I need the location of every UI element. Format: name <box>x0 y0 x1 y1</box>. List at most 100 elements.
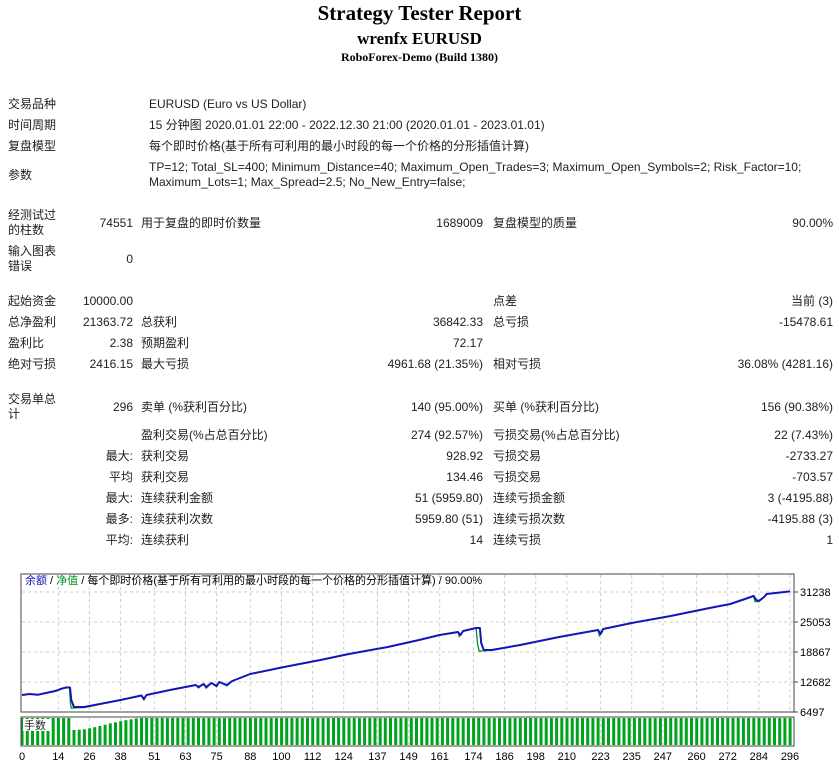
info-label: 参数 <box>8 167 33 182</box>
x-axis-label: 186 <box>495 751 513 763</box>
stat-value: 5959.80 (51) <box>414 512 483 526</box>
info-row: 复盘模型 每个即时价格(基于所有可利用的最小时段的每一个价格的分形插值计算) <box>8 136 833 157</box>
stat-label: 经测试过的柱数 <box>8 208 57 237</box>
stat-label: 交易单总计 <box>8 392 57 421</box>
balance-chart: 余额 / 净值 / 每个即时价格(基于所有可利用的最小时段的每一个价格的分形插值… <box>0 569 839 769</box>
stat-value: 3 (-4195.88) <box>767 491 833 505</box>
x-axis-label: 260 <box>687 751 705 763</box>
stat-value: -2733.27 <box>785 449 833 463</box>
x-axis-label: 137 <box>368 751 386 763</box>
stat-label: 点差 <box>493 294 518 308</box>
stat-value: 14 <box>469 533 483 547</box>
stat-label: 连续获利金额 <box>141 491 214 505</box>
stat-value: 2416.15 <box>89 357 133 371</box>
stat-row: 交易单总计 296 卖单 (%获利百分比) 140 (95.00%) 买单 (%获利百分… <box>8 389 833 425</box>
stat-value: 最多: <box>105 512 133 526</box>
report-server: RoboForex-Demo (Build 1380) <box>340 50 499 64</box>
stat-label: 复盘模型的质量 <box>493 215 578 230</box>
stat-value: 134.46 <box>446 470 483 484</box>
x-axis-label: 272 <box>719 751 737 763</box>
info-value: EURUSD (Euro vs US Dollar) <box>149 97 307 111</box>
y-axis-label: 6497 <box>800 707 824 719</box>
report-chart: 余额 / 净值 / 每个即时价格(基于所有可利用的最小时段的每一个价格的分形插值… <box>19 573 831 763</box>
stat-row: 盈利交易(%占总百分比) 274 (92.57%) 亏损交易(%占总百分比) 22 (… <box>8 425 833 446</box>
x-axis-label: 14 <box>52 751 64 763</box>
info-label: 交易品种 <box>8 97 57 111</box>
row-spacer <box>8 375 833 389</box>
info-value: 15 分钟图 2020.01.01 22:00 - 2022.12.30 21:… <box>149 118 545 132</box>
stat-value: 36842.33 <box>432 315 483 329</box>
x-axis-label: 38 <box>114 751 126 763</box>
stat-row: 最多: 连续获利次数 5959.80 (51) 连续亏损次数 -4195.88 (3) <box>8 509 833 530</box>
info-label: 复盘模型 <box>8 139 57 153</box>
stat-row: 总净盈利 21363.72 总获利 36842.33 总亏损 -15478.61 <box>8 312 833 333</box>
stat-value: 928.92 <box>446 449 483 463</box>
stat-label: 总亏损 <box>493 315 530 329</box>
stat-row: 最大: 连续获利金额 51 (5959.80) 连续亏损金额 3 (-4195.88) <box>8 488 833 509</box>
x-axis-label: 235 <box>623 751 641 763</box>
stat-row: 经测试过的柱数 74551 用于复盘的即时价数量 1689009 复盘模型的质量 90.0… <box>8 205 833 241</box>
stat-label: 绝对亏损 <box>8 357 57 371</box>
x-axis-label: 100 <box>272 751 290 763</box>
stat-label: 相对亏损 <box>493 357 542 371</box>
stat-label: 亏损交易 <box>493 470 542 484</box>
x-axis-label: 247 <box>654 751 672 763</box>
stat-label <box>8 530 64 551</box>
info-value: 每个即时价格(基于所有可利用的最小时段的每一个价格的分形插值计算) <box>149 139 529 153</box>
stat-label: 亏损交易 <box>493 449 542 463</box>
stat-label: 连续亏损金额 <box>493 491 566 505</box>
stat-value: -703.57 <box>792 470 833 484</box>
stat-value <box>327 291 483 312</box>
x-axis-label: 161 <box>431 751 449 763</box>
stat-label <box>483 241 673 277</box>
stat-value: 140 (95.00%) <box>410 399 483 414</box>
x-axis-label: 149 <box>399 751 417 763</box>
stat-value: 4961.68 (21.35%) <box>387 357 483 371</box>
stat-value: 274 (92.57%) <box>410 428 483 442</box>
info-row: 参数 TP=12; Total_SL=400; Minimum_Distance=… <box>8 157 833 193</box>
stat-label: 连续获利次数 <box>141 512 214 526</box>
lots-bars <box>20 718 792 745</box>
stat-label: 总净盈利 <box>8 315 57 329</box>
stat-value <box>327 241 483 277</box>
x-axis-label: 174 <box>464 751 482 763</box>
stat-row: 起始资金 10000.00 点差 当前 (3) <box>8 291 833 312</box>
stat-label: 亏损交易(%占总百分比) <box>493 428 620 442</box>
stat-value: 1689009 <box>436 215 483 230</box>
x-axis-label: 210 <box>558 751 576 763</box>
stat-label: 连续亏损 <box>493 533 542 547</box>
stat-label <box>8 509 64 530</box>
x-axis-label: 75 <box>210 751 222 763</box>
stat-value: -15478.61 <box>778 315 833 329</box>
chart-legend: 余额 / 净值 / 每个即时价格(基于所有可利用的最小时段的每一个价格的分形插值… <box>25 573 482 587</box>
stat-value: 最大: <box>105 491 133 505</box>
stat-label: 预期盈利 <box>141 336 190 350</box>
stat-value: 74551 <box>99 215 133 230</box>
stat-label: 获利交易 <box>141 449 190 463</box>
stat-value: 22 (7.43%) <box>774 428 833 442</box>
stat-value: 最大: <box>105 449 133 463</box>
stat-label <box>8 425 64 446</box>
stat-label: 盈利交易(%占总百分比) <box>141 428 268 442</box>
stat-value: -4195.88 (3) <box>767 512 833 526</box>
stat-label: 获利交易 <box>141 470 190 484</box>
x-axis-label: 284 <box>750 751 768 763</box>
stat-value: 296 <box>112 399 133 414</box>
stat-label: 连续获利 <box>141 533 190 547</box>
stat-label: 买单 (%获利百分比) <box>493 399 599 414</box>
x-axis-label: 0 <box>19 751 25 763</box>
y-axis-label: 12682 <box>800 677 831 689</box>
x-axis-label: 296 <box>781 751 799 763</box>
stat-label <box>8 488 64 509</box>
stat-value: 0 <box>126 251 133 266</box>
stat-label <box>483 333 673 354</box>
y-axis-label: 18867 <box>800 647 831 659</box>
x-axis-label: 88 <box>244 751 256 763</box>
x-axis-label: 63 <box>179 751 191 763</box>
stat-row: 盈利比 2.38 预期盈利 72.17 <box>8 333 833 354</box>
stat-value: 10000.00 <box>82 294 133 308</box>
stat-row: 最大: 获利交易 928.92 亏损交易 -2733.27 <box>8 446 833 467</box>
stat-label: 连续亏损次数 <box>493 512 566 526</box>
stat-label <box>8 467 64 488</box>
stat-label: 用于复盘的即时价数量 <box>141 215 262 230</box>
